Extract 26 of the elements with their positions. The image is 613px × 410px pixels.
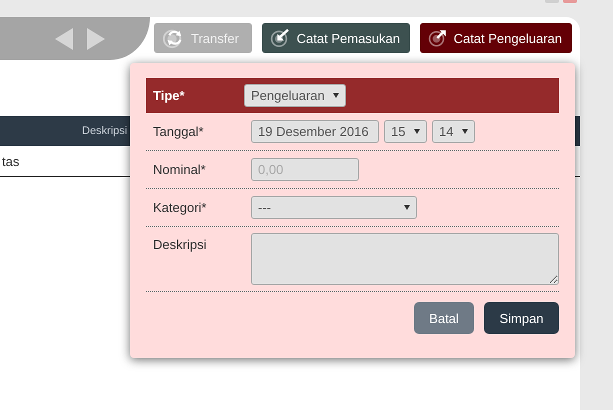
caret-icon [462, 129, 468, 134]
dialog-button[interactable]: Batal [414, 302, 474, 334]
category-select[interactable]: --- [251, 196, 417, 219]
dialog-button[interactable]: Simpan [484, 302, 559, 334]
hour-select[interactable]: 15 [384, 120, 427, 143]
toolbar-button[interactable]: Catat Pengeluaran [420, 23, 572, 53]
description-field[interactable] [250, 233, 559, 285]
column-header: Deskripsi [82, 125, 128, 137]
forward-arrow-icon[interactable] [87, 28, 105, 50]
type-select[interactable]: Pengeluaran [244, 84, 346, 107]
field-label: Deskripsi [153, 237, 208, 252]
toolbar-button[interactable]: Catat Pemasukan [262, 23, 410, 53]
caret-icon [333, 93, 339, 98]
amount-field[interactable]: 0,00 [251, 158, 359, 181]
type-label: Tipe* [153, 88, 186, 103]
back-arrow-icon[interactable] [55, 28, 73, 50]
table-cell: tas [2, 154, 20, 168]
caret-icon [414, 129, 420, 134]
arrow-in-icon [270, 27, 290, 49]
field-label: Nominal* [153, 162, 207, 177]
minute-select[interactable]: 14 [432, 120, 475, 143]
refresh-icon [162, 27, 184, 49]
date-field[interactable]: 19 Desember 2016 [251, 120, 379, 143]
field-label: Tanggal* [153, 124, 205, 139]
field-label: Kategori* [153, 200, 208, 215]
caret-icon [404, 205, 410, 210]
